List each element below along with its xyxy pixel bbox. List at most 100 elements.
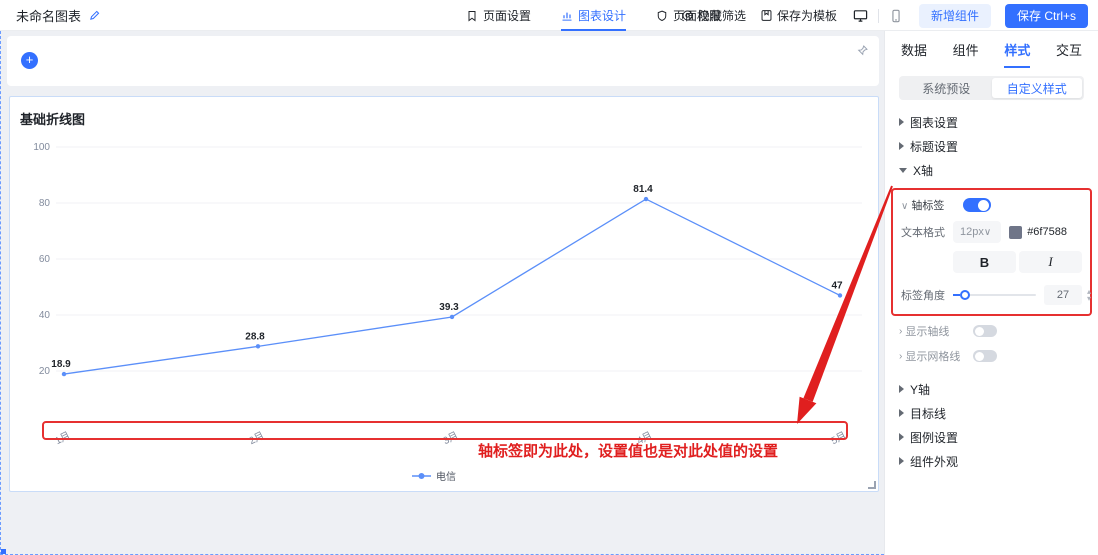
legend-label: 电信 — [436, 468, 456, 483]
desktop-icon[interactable] — [853, 8, 868, 23]
chevron-down-icon[interactable]: ∨ — [901, 201, 908, 212]
x-tick-label: 3月 — [441, 429, 460, 447]
document-title: 未命名图表 — [16, 6, 101, 25]
caret-right-icon — [899, 457, 904, 465]
font-style-buttons: B I — [953, 251, 1082, 273]
y-axis-labels: 20406080100 — [33, 142, 50, 377]
panel-tab-data[interactable]: 数据 — [901, 40, 927, 68]
eye-icon — [681, 9, 694, 22]
italic-button[interactable]: I — [1019, 251, 1082, 273]
data-value-label: 39.3 — [439, 302, 459, 313]
y-tick-label: 40 — [39, 310, 51, 321]
section-legend-settings[interactable]: 图例设置 — [885, 425, 1098, 449]
canvas-corner-handle[interactable] — [1, 549, 6, 554]
y-tick-label: 80 — [39, 198, 51, 209]
section-component-appearance[interactable]: 组件外观 — [885, 449, 1098, 473]
data-point — [256, 344, 260, 348]
hide-filter-button[interactable]: 隐藏筛选 — [681, 7, 746, 24]
label-angle-slider[interactable] — [953, 289, 1036, 301]
legend-line-icon — [412, 472, 431, 480]
stepper-arrows-icon[interactable]: ▴▾ — [1087, 288, 1091, 302]
label-angle-label: 标签角度 — [901, 287, 953, 303]
annotation-note: 轴标签即为此处，设置值也是对此处值的设置 — [478, 440, 778, 461]
y-tick-label: 100 — [33, 142, 50, 153]
chevron-right-icon[interactable]: › — [899, 351, 902, 362]
show-grid-line-toggle[interactable] — [973, 350, 997, 362]
data-value-label: 28.8 — [245, 331, 265, 342]
font-size-select[interactable]: 12px ∨ — [953, 221, 1001, 243]
panel-tab-component[interactable]: 组件 — [953, 40, 979, 68]
data-point — [62, 372, 66, 376]
x-tick-label: 2月 — [247, 429, 266, 447]
data-point — [450, 315, 454, 319]
axis-label-toggle-label: ∨轴标签 — [901, 197, 953, 213]
data-point — [644, 197, 648, 201]
chart-title: 基础折线图 — [20, 109, 85, 128]
bold-button[interactable]: B — [953, 251, 1016, 273]
slider-fill — [953, 294, 960, 296]
chevron-down-icon: ∨ — [984, 227, 991, 238]
caret-right-icon — [899, 118, 904, 126]
show-axis-line-toggle[interactable] — [973, 325, 997, 337]
bookmark-icon — [466, 10, 478, 22]
tab-page-settings[interactable]: 页面设置 — [466, 0, 531, 31]
section-target-line[interactable]: 目标线 — [885, 401, 1098, 425]
design-canvas[interactable]: + 基础折线图 2040608010018.928.839.381.4471月2… — [0, 31, 884, 555]
section-y-axis[interactable]: Y轴 — [885, 377, 1098, 401]
chevron-right-icon[interactable]: › — [899, 326, 902, 337]
section-chart-settings[interactable]: 图表设置 — [885, 110, 1098, 134]
data-value-label: 18.9 — [51, 359, 71, 370]
panel-tabs: 数据 组件 样式 交互 — [885, 31, 1098, 68]
caret-right-icon — [899, 385, 904, 393]
xaxis-settings-group: ∨轴标签 文本格式 12px ∨ #6f7588 B I — [891, 188, 1092, 316]
add-filter-button[interactable]: + — [21, 52, 38, 69]
section-title-settings[interactable]: 标题设置 — [885, 134, 1098, 158]
data-value-label: 47 — [831, 280, 843, 291]
panel-tab-interaction[interactable]: 交互 — [1056, 40, 1082, 68]
segment-custom-style[interactable]: 自定义样式 — [992, 78, 1083, 98]
slider-knob[interactable] — [960, 290, 970, 300]
font-style-row: B I — [901, 251, 1082, 273]
style-panel: 数据 组件 样式 交互 系统预设 自定义样式 图表设置 标题设置 X轴 ∨轴标签 — [884, 31, 1098, 555]
save-button[interactable]: 保存 Ctrl+s — [1005, 4, 1088, 28]
label-angle-input[interactable]: 27 ▴▾ — [1044, 285, 1082, 305]
caret-right-icon — [899, 409, 904, 417]
template-icon — [760, 9, 773, 22]
pin-icon[interactable] — [856, 44, 869, 57]
device-switcher — [851, 8, 905, 23]
chart-legend[interactable]: 电信 — [412, 468, 456, 483]
filter-bar[interactable]: + — [7, 36, 879, 86]
line-chart[interactable]: 2040608010018.928.839.381.4471月2月3月4月5月 — [10, 135, 878, 465]
edit-title-icon[interactable] — [88, 9, 101, 22]
data-point — [838, 293, 842, 297]
divider — [878, 9, 879, 23]
show-axis-line-row: › 显示轴线 — [885, 320, 1098, 342]
new-component-button[interactable]: 新增组件 — [919, 4, 991, 28]
style-mode-segmented: 系统预设 自定义样式 — [899, 76, 1084, 100]
caret-down-icon — [899, 168, 907, 173]
section-x-axis[interactable]: X轴 — [885, 158, 1098, 182]
top-bar: 未命名图表 页面设置 图表设计 — [0, 0, 1098, 31]
segment-system-preset[interactable]: 系统预设 — [901, 78, 992, 98]
caret-right-icon — [899, 142, 904, 150]
panel-tab-style[interactable]: 样式 — [1004, 40, 1030, 68]
caret-right-icon — [899, 433, 904, 441]
show-grid-line-row: › 显示网格线 — [885, 345, 1098, 367]
tab-chart-design[interactable]: 图表设计 — [561, 0, 626, 31]
font-color-picker[interactable]: #6f7588 — [1009, 226, 1082, 239]
axis-label-toggle[interactable] — [963, 198, 991, 212]
x-tick-label: 1月 — [53, 429, 72, 447]
resize-handle[interactable] — [868, 481, 876, 489]
axis-label-row: ∨轴标签 — [901, 197, 1082, 213]
top-bar-actions: 隐藏筛选 保存为模板 新增组件 — [681, 0, 1088, 31]
shield-icon — [656, 10, 668, 22]
color-hex-value: #6f7588 — [1027, 226, 1067, 238]
chart-design-icon — [561, 10, 573, 22]
app-window: 未命名图表 页面设置 图表设计 — [0, 0, 1098, 555]
mobile-icon[interactable] — [889, 9, 903, 23]
color-swatch[interactable] — [1009, 226, 1022, 239]
data-value-label: 81.4 — [633, 184, 653, 195]
grid-lines — [56, 147, 862, 371]
chart-widget[interactable]: 基础折线图 2040608010018.928.839.381.4471月2月3… — [9, 96, 879, 492]
save-as-template-button[interactable]: 保存为模板 — [760, 7, 837, 24]
